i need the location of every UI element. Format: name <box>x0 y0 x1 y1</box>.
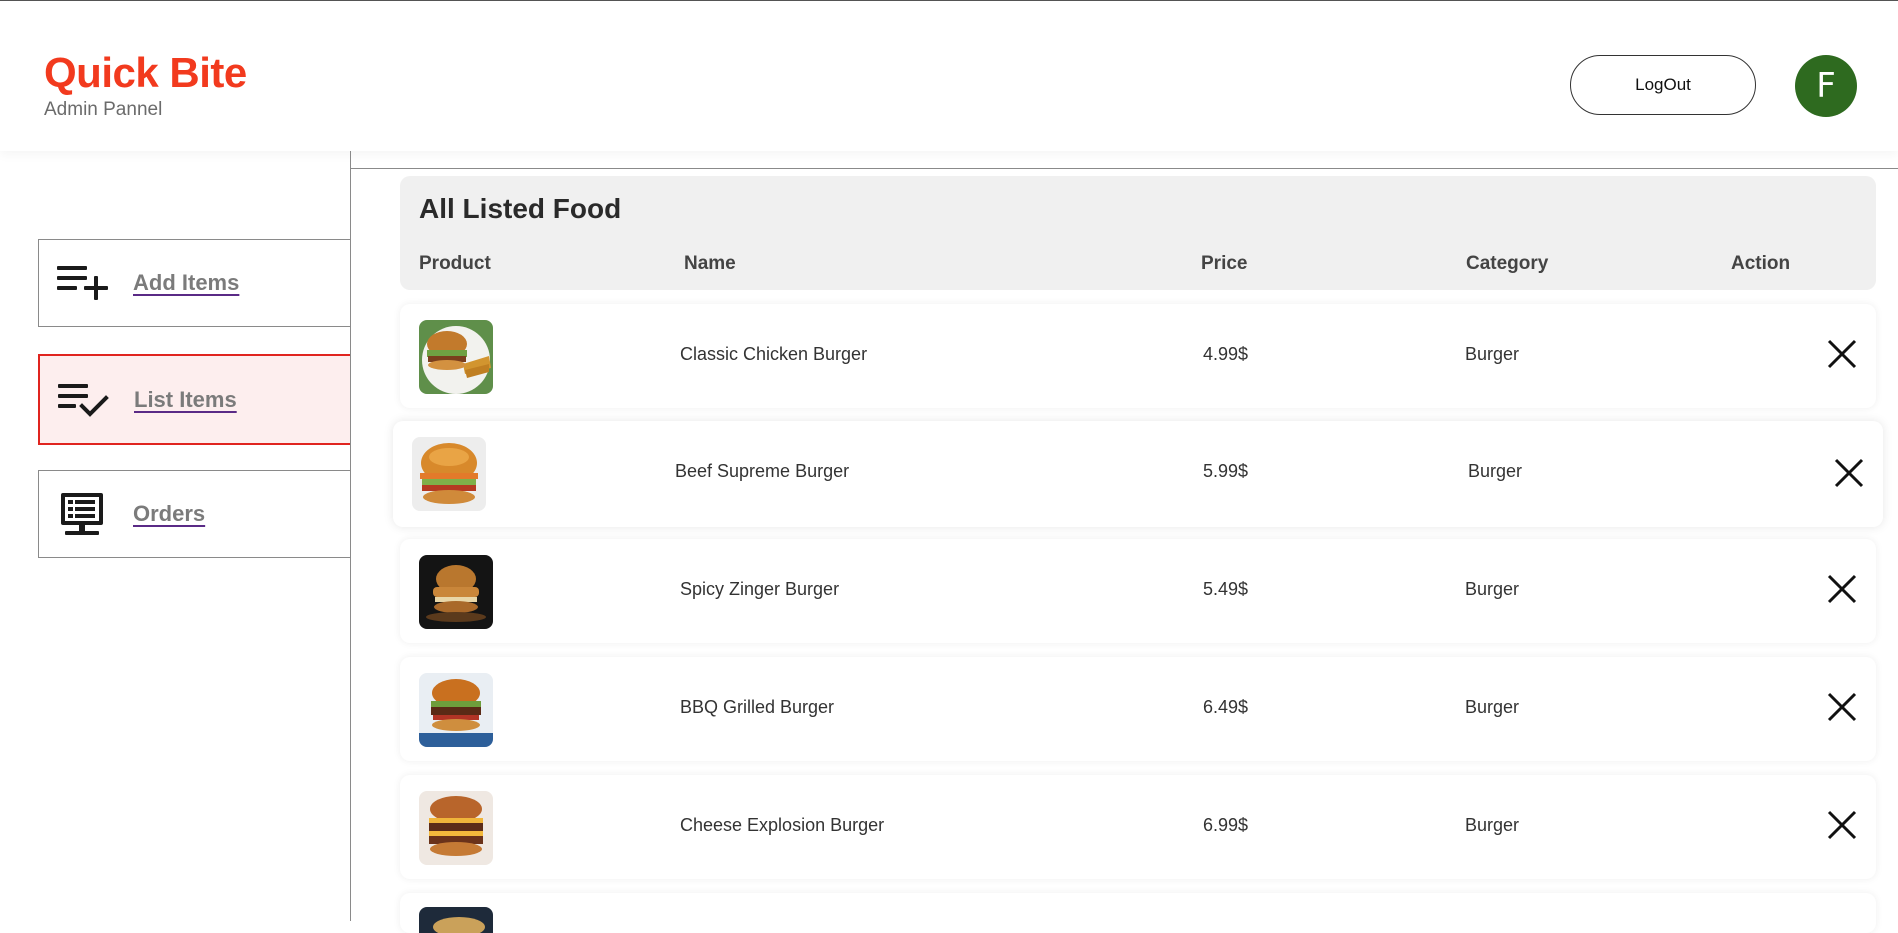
remove-item-icon[interactable] <box>1831 455 1867 491</box>
column-header-name: Name <box>684 253 736 274</box>
sidebar-item-list-items[interactable]: List Items <box>38 354 350 445</box>
food-category: Burger <box>1468 461 1523 481</box>
table-row: Classic Chicken Burger 4.99$ Burger <box>400 304 1876 408</box>
remove-item-icon[interactable] <box>1824 807 1860 843</box>
checklist-icon <box>58 384 109 417</box>
food-category: Burger <box>1465 344 1520 364</box>
food-category: Burger <box>1465 697 1520 717</box>
food-category: Burger <box>1465 579 1520 599</box>
remove-item-icon[interactable] <box>1824 336 1860 372</box>
column-header-product: Product <box>419 253 491 274</box>
remove-item-icon[interactable] <box>1824 689 1860 725</box>
food-name: Cheese Explosion Burger <box>680 815 885 835</box>
header: Quick Bite Admin Pannel LogOut F <box>0 1 1898 151</box>
food-price: 6.49$ <box>1203 697 1249 717</box>
column-header-action: Action <box>1731 253 1791 274</box>
food-price: 5.99$ <box>1203 461 1249 481</box>
food-category: Burger <box>1465 815 1520 835</box>
table-row: Beef Supreme Burger 5.99$ Burger <box>393 421 1883 527</box>
sidebar-item-add-items[interactable]: Add Items <box>38 239 350 327</box>
table-row <box>400 893 1876 933</box>
zinger-burger-image <box>419 555 493 629</box>
avatar[interactable]: F <box>1795 55 1857 117</box>
content-divider <box>351 168 1898 169</box>
sidebar-divider <box>350 151 351 921</box>
logout-button[interactable]: LogOut <box>1570 55 1756 115</box>
table-header: All Listed Food Product Name Price Categ… <box>400 176 1876 290</box>
brand-title[interactable]: Quick Bite <box>44 49 247 97</box>
sidebar-item-label: List Items <box>134 386 237 412</box>
food-name: Classic Chicken Burger <box>680 344 868 364</box>
remove-item-icon[interactable] <box>1824 571 1860 607</box>
column-header-category: Category <box>1466 253 1549 274</box>
table-row: Cheese Explosion Burger 6.99$ Burger <box>400 775 1876 879</box>
cheese-burger-image <box>419 791 493 865</box>
monitor-orders-icon <box>61 493 103 535</box>
sidebar-item-label: Add Items <box>133 270 240 295</box>
burger-with-fries-image <box>419 320 493 394</box>
bbq-burger-image <box>419 673 493 747</box>
table-row: BBQ Grilled Burger 6.49$ Burger <box>400 657 1876 761</box>
food-image <box>419 907 493 933</box>
food-name: Spicy Zinger Burger <box>680 579 840 599</box>
food-name: BBQ Grilled Burger <box>680 697 835 717</box>
add-list-icon <box>57 266 108 300</box>
brand: Quick Bite Admin Pannel <box>44 49 247 121</box>
food-price: 5.49$ <box>1203 579 1249 599</box>
food-name: Beef Supreme Burger <box>675 461 850 481</box>
column-header-price: Price <box>1201 253 1248 274</box>
brand-subtitle: Admin Pannel <box>44 99 163 120</box>
table-row: Spicy Zinger Burger 5.49$ Burger <box>400 539 1876 643</box>
food-price: 6.99$ <box>1203 815 1249 835</box>
food-price: 4.99$ <box>1203 344 1249 364</box>
table-title: All Listed Food <box>419 193 622 224</box>
crispy-burger-image <box>412 437 486 511</box>
sidebar-item-orders[interactable]: Orders <box>38 470 350 558</box>
sidebar-item-label: Orders <box>133 501 206 526</box>
